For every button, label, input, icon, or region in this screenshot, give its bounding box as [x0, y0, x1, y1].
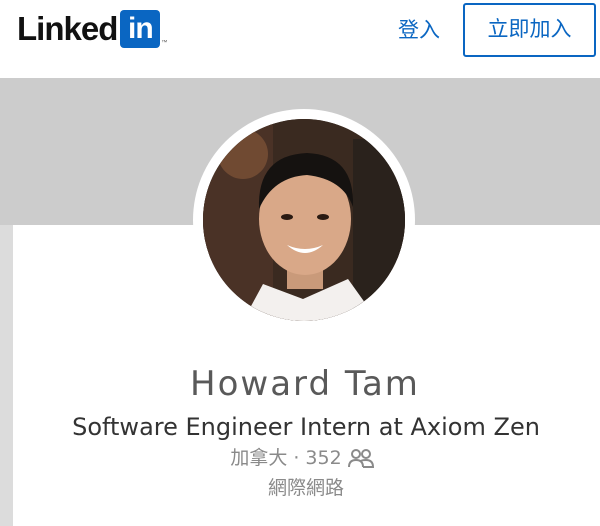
profile-industry: 網際網路 — [267, 477, 344, 499]
join-now-button[interactable]: 立即加入 — [463, 3, 596, 57]
profile-meta: 加拿大 · 352 — [0, 444, 600, 472]
meta-separator: · — [293, 447, 300, 469]
linkedin-logo[interactable]: Linked in ™ — [17, 9, 167, 49]
avatar — [203, 119, 405, 321]
signin-link[interactable]: 登入 — [398, 15, 440, 45]
people-icon — [347, 447, 374, 469]
profile-headline: Software Engineer Intern at Axiom Zen — [72, 413, 540, 441]
top-header: Linked in ™ 登入 立即加入 — [0, 0, 600, 78]
logo-in-box: in — [120, 10, 161, 48]
logo-trademark: ™ — [161, 40, 168, 46]
avatar-photo — [203, 119, 405, 321]
profile-location: 加拿大 — [230, 447, 288, 469]
profile-name: Howard Tam — [190, 364, 420, 404]
connections-count: 352 — [305, 447, 342, 469]
logo-wordmark: Linked — [17, 10, 118, 47]
